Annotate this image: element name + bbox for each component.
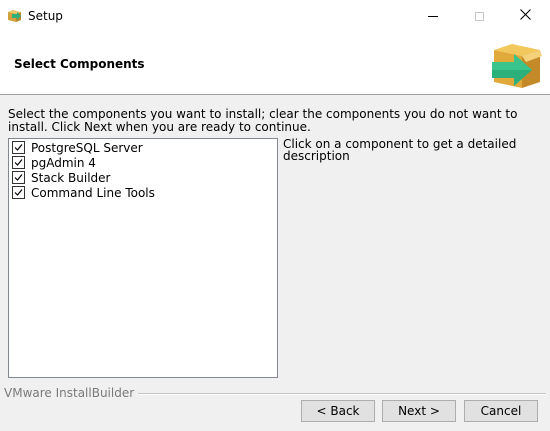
component-item-pgadmin-4[interactable]: pgAdmin 4 — [12, 155, 96, 170]
setup-window: Setup Select Components Select the compo… — [0, 0, 550, 431]
checkbox-pgadmin-4[interactable] — [12, 156, 25, 169]
component-label: pgAdmin 4 — [31, 155, 96, 170]
installer-box-arrow-icon — [488, 36, 544, 92]
installer-brand-label: VMware InstallBuilder — [4, 386, 139, 400]
next-button[interactable]: Next > — [382, 400, 456, 422]
component-label: Stack Builder — [31, 170, 111, 185]
minimize-icon — [428, 15, 438, 17]
page-title: Select Components — [14, 57, 145, 71]
checkbox-stack-builder[interactable] — [12, 171, 25, 184]
cancel-button[interactable]: Cancel — [464, 400, 538, 422]
window-title: Setup — [28, 9, 63, 23]
maximize-icon — [474, 11, 484, 21]
component-item-stack-builder[interactable]: Stack Builder — [12, 170, 110, 185]
instructions-text: Select the components you want to instal… — [8, 107, 518, 134]
checkbox-postgresql-server[interactable] — [12, 141, 25, 154]
page-header: Select Components — [0, 32, 550, 95]
close-icon — [519, 9, 531, 23]
component-label: Command Line Tools — [31, 185, 155, 200]
checkbox-command-line-tools[interactable] — [12, 186, 25, 199]
back-button[interactable]: < Back — [301, 400, 375, 422]
component-item-command-line-tools[interactable]: Command Line Tools — [12, 185, 155, 200]
maximize-button[interactable] — [456, 0, 502, 32]
component-item-postgresql-server[interactable]: PostgreSQL Server — [12, 140, 143, 155]
component-label: PostgreSQL Server — [31, 140, 143, 155]
close-button[interactable] — [502, 0, 548, 32]
component-description: Click on a component to get a detailed d… — [283, 137, 517, 163]
component-list[interactable]: PostgreSQL Server pgAdmin 4 Stack Builde… — [8, 138, 278, 378]
installer-box-icon — [7, 8, 22, 23]
title-bar[interactable]: Setup — [0, 0, 550, 32]
minimize-button[interactable] — [410, 0, 456, 32]
